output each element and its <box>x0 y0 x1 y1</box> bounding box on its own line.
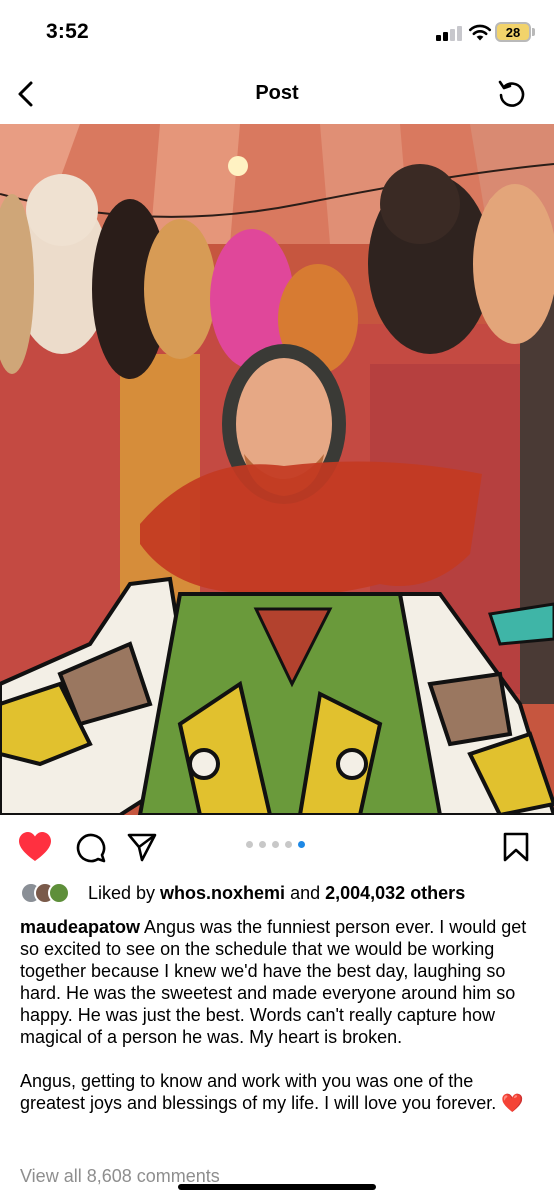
avatar <box>48 882 70 904</box>
caption-paragraph-1: maudeapatow Angus was the funniest perso… <box>20 916 536 1048</box>
carousel-dot <box>259 841 266 848</box>
post-actions <box>0 815 554 877</box>
likes-and: and <box>285 882 326 903</box>
heart-emoji: ❤️ <box>501 1093 524 1113</box>
send-icon[interactable] <box>126 831 158 863</box>
likes-summary[interactable]: Liked by whos.noxhemi and 2,004,032 othe… <box>20 879 540 907</box>
wifi-icon <box>468 24 492 41</box>
liker-avatars <box>20 881 82 905</box>
battery-tip <box>532 28 535 36</box>
home-indicator <box>178 1184 376 1190</box>
carousel-dot-active <box>298 841 305 848</box>
carousel-dot <box>272 841 279 848</box>
caption-paragraph-2: Angus, getting to know and work with you… <box>20 1070 536 1114</box>
carousel-dot <box>285 841 292 848</box>
post-photo[interactable] <box>0 124 554 815</box>
carousel-dot <box>246 841 253 848</box>
post-image <box>0 124 554 815</box>
page-title: Post <box>255 82 299 104</box>
post-caption: maudeapatow Angus was the funniest perso… <box>20 916 536 1114</box>
battery-indicator: 28 <box>495 22 531 42</box>
cellular-signal-icon <box>436 25 464 41</box>
caption-username[interactable]: maudeapatow <box>20 917 140 937</box>
status-bar: 3:52 28 <box>0 0 554 66</box>
likes-prefix: Liked by <box>88 882 161 903</box>
refresh-icon[interactable] <box>496 78 528 110</box>
likes-text: Liked by whos.noxhemi and 2,004,032 othe… <box>88 883 465 904</box>
caption-text-2: Angus, getting to know and work with you… <box>20 1071 497 1113</box>
carousel-indicator <box>246 841 305 849</box>
status-time: 3:52 <box>46 20 89 43</box>
post-header: Post <box>0 66 554 124</box>
likes-count[interactable]: 2,004,032 others <box>325 883 465 903</box>
battery-level: 28 <box>505 24 521 40</box>
comment-icon[interactable] <box>74 831 106 863</box>
liker-username[interactable]: whos.noxhemi <box>160 883 285 903</box>
bookmark-icon[interactable] <box>502 831 530 863</box>
heart-icon[interactable] <box>18 831 52 863</box>
